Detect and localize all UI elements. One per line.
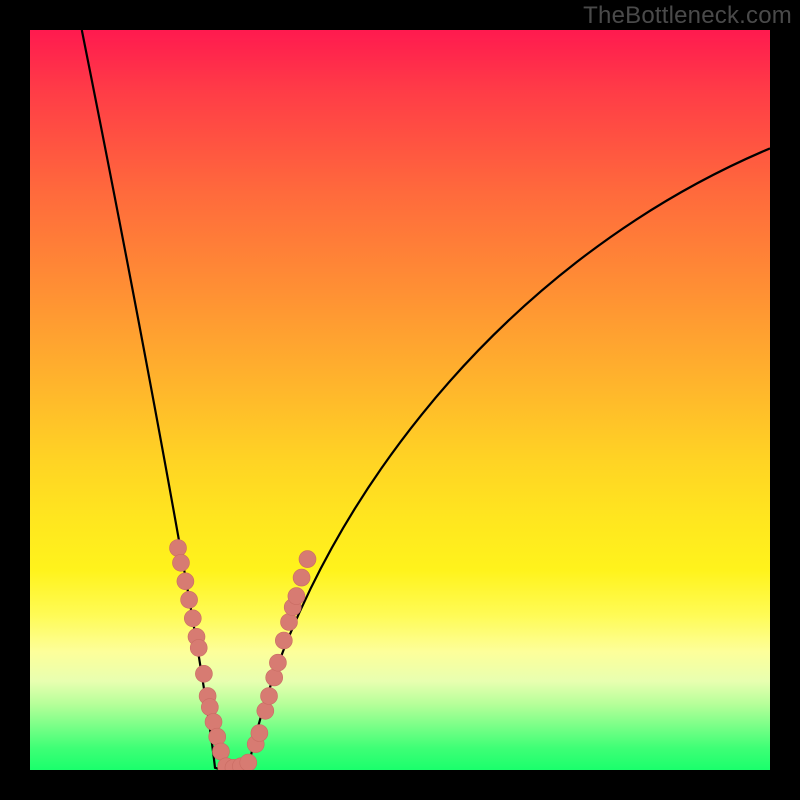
data-marker [195, 665, 212, 682]
data-marker [261, 688, 278, 705]
chart-frame: TheBottleneck.com [0, 0, 800, 800]
data-marker [201, 699, 218, 716]
data-marker [299, 551, 316, 568]
data-marker [190, 639, 207, 656]
marker-group [170, 540, 317, 771]
data-marker [275, 632, 292, 649]
data-marker [170, 540, 187, 557]
data-marker [257, 702, 274, 719]
watermark-text: TheBottleneck.com [583, 2, 792, 30]
data-marker [293, 569, 310, 586]
data-marker [177, 573, 194, 590]
plot-area [30, 30, 770, 770]
data-marker [269, 654, 286, 671]
data-marker [184, 610, 201, 627]
data-marker [288, 588, 305, 605]
bottleneck-curve [82, 30, 770, 770]
data-marker [266, 669, 283, 686]
data-marker [212, 743, 229, 760]
data-marker [181, 591, 198, 608]
data-marker [281, 614, 298, 631]
data-marker [205, 713, 222, 730]
data-marker [209, 728, 226, 745]
curve-group [82, 30, 770, 770]
chart-svg [30, 30, 770, 770]
data-marker [172, 554, 189, 571]
data-marker [251, 725, 268, 742]
data-marker [240, 754, 257, 770]
